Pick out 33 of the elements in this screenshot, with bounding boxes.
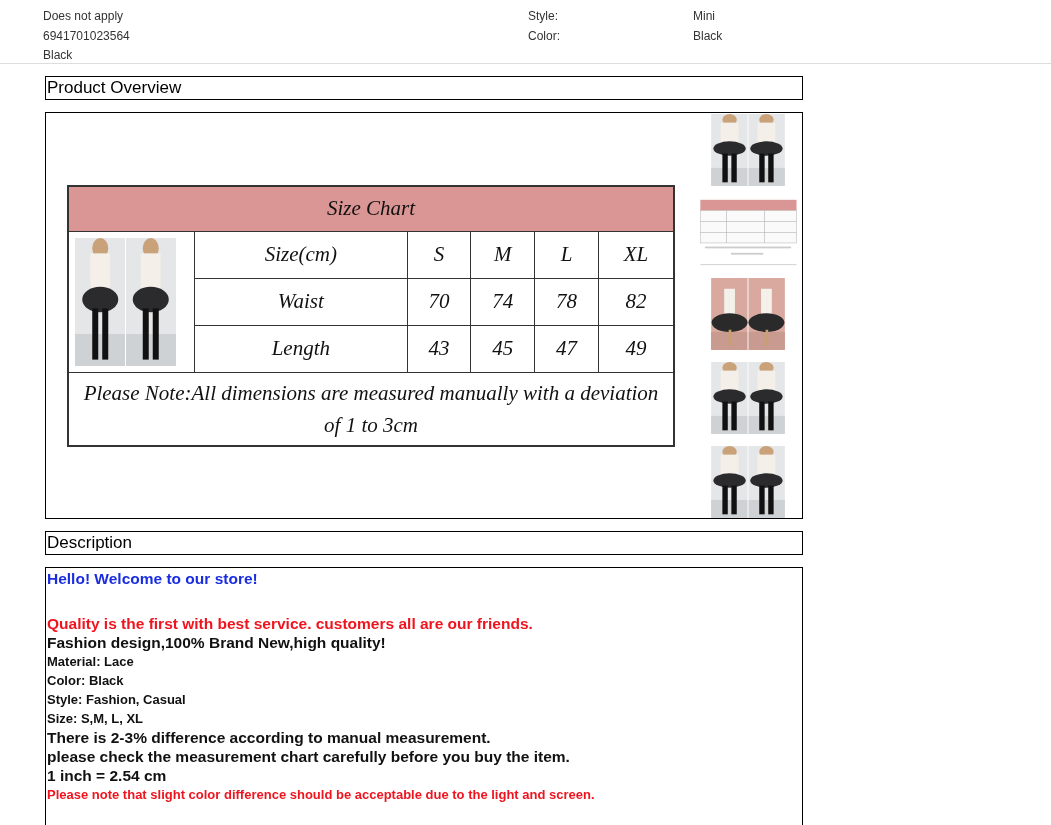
- description-line: Quality is the first with best service. customers all are our friends.: [47, 614, 534, 633]
- section-header: Description: [45, 531, 803, 555]
- chart-title: Size Chart: [68, 185, 674, 231]
- spec-value: 6941701023564: [43, 28, 130, 43]
- description-line: Color: Black: [47, 672, 125, 690]
- section-header: Product Overview: [45, 76, 803, 100]
- table-cell: 43: [407, 325, 471, 372]
- spec-label: Color:: [528, 29, 560, 43]
- description-line: Fashion design,100% Brand New,high quality!: [47, 633, 387, 652]
- description-line: please check the measurement chart carefully before you buy the item.: [47, 747, 571, 766]
- description-line: Please note that slight color difference should be acceptable due to the light and screen.: [47, 786, 596, 804]
- table-cell: S: [407, 231, 471, 278]
- description-line: Hello! Welcome to our store!: [47, 569, 259, 588]
- description-line: Style: Fashion, Casual: [47, 691, 187, 709]
- spec-label: Style:: [528, 9, 558, 23]
- description-line: 1 inch = 2.54 cm: [47, 766, 168, 785]
- table-cell: Size(cm): [194, 231, 408, 278]
- spec-value: Mini: [693, 9, 715, 23]
- spec-value: Does not apply: [43, 8, 124, 23]
- table-cell: 74: [470, 278, 535, 325]
- table-cell: 70: [407, 278, 471, 325]
- table-cell: 78: [534, 278, 599, 325]
- spec-value: Black: [693, 29, 723, 43]
- table-cell: Waist: [194, 278, 408, 325]
- spec-value: Black: [43, 48, 73, 63]
- table-cell: M: [470, 231, 535, 278]
- table-cell: Length: [194, 325, 408, 372]
- table-cell: 47: [534, 325, 599, 372]
- description-line: Size: S,M, L, XL: [47, 710, 145, 728]
- description-line: Material: Lace: [47, 653, 135, 671]
- table-cell: 45: [470, 325, 535, 372]
- description-line: There is 2-3% difference according to manual measurement.: [47, 728, 492, 747]
- table-cell: L: [534, 231, 599, 278]
